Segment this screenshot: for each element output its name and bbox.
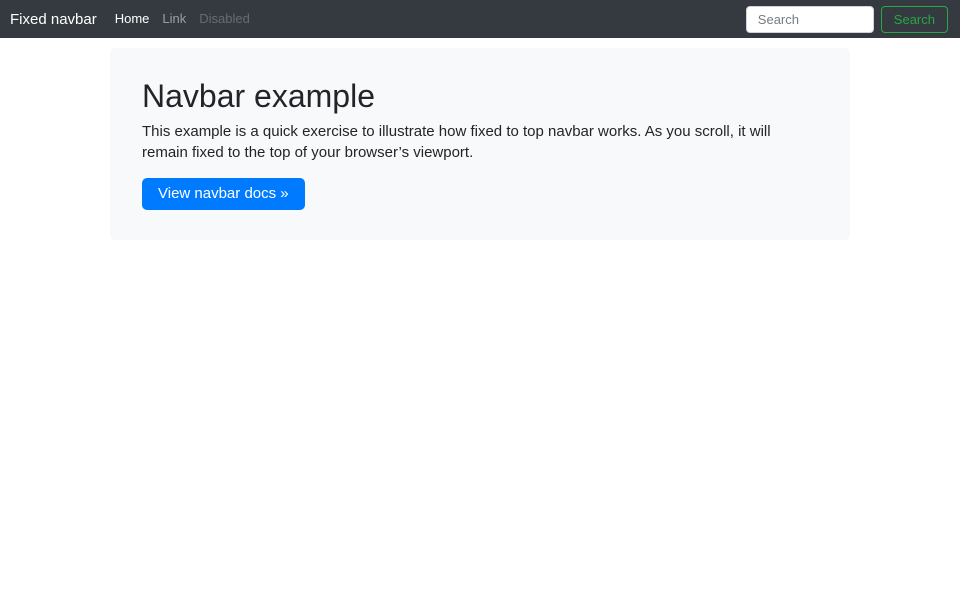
nav-link-link[interactable]: Link: [162, 11, 186, 26]
nav-link-disabled: Disabled: [199, 11, 250, 26]
navbar-brand[interactable]: Fixed navbar: [10, 11, 97, 28]
search-input[interactable]: [746, 6, 874, 33]
jumbotron: Navbar example This example is a quick e…: [110, 48, 850, 240]
search-button[interactable]: Search: [881, 6, 948, 33]
search-form: Search: [746, 6, 948, 33]
nav-link-home[interactable]: Home: [115, 11, 150, 26]
top-navbar: Fixed navbar Home Link Disabled Search: [0, 0, 960, 38]
page-title: Navbar example: [142, 78, 818, 115]
view-navbar-docs-button[interactable]: View navbar docs »: [142, 178, 305, 210]
page-description: This example is a quick exercise to illu…: [142, 121, 818, 164]
navbar-nav: Home Link Disabled: [115, 10, 250, 28]
